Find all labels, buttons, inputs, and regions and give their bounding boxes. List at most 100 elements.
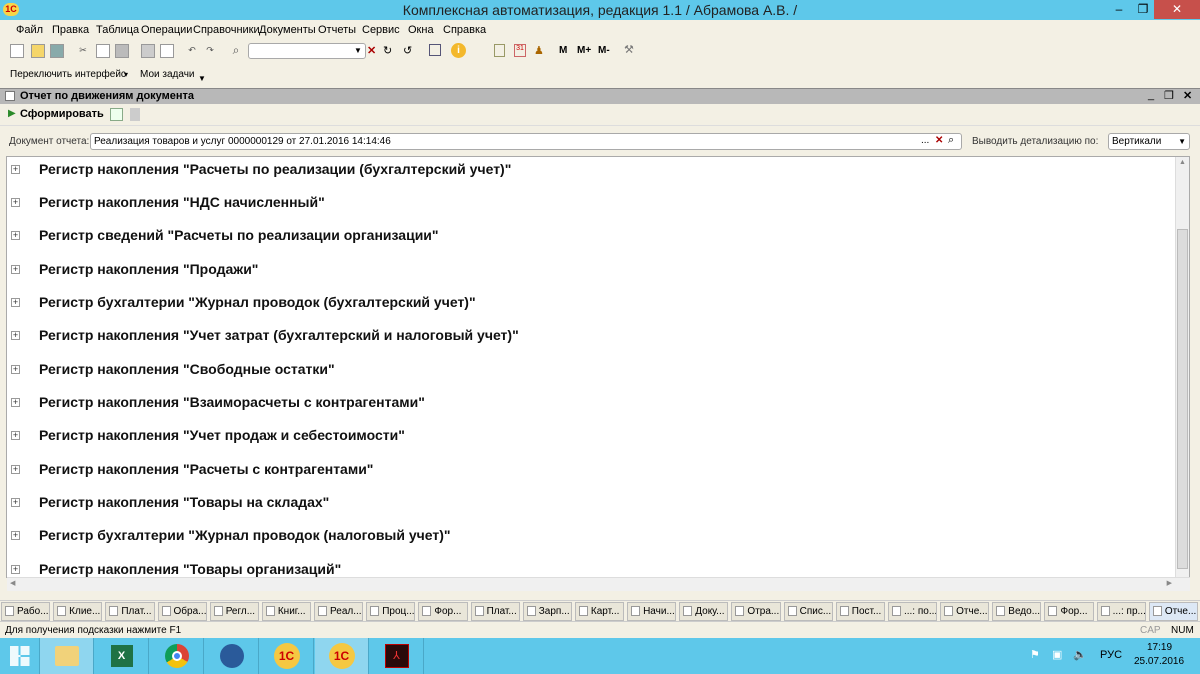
scroll-left-icon[interactable]: ◀ — [10, 579, 15, 587]
language-indicator[interactable]: РУС — [1100, 649, 1122, 661]
cut-icon[interactable]: ✂ — [76, 44, 90, 58]
expand-icon[interactable]: + — [11, 431, 20, 440]
register-row[interactable]: + Регистр накопления "Учет затрат (бухгал… — [7, 323, 1175, 356]
generate-button[interactable]: Сформировать — [20, 108, 104, 120]
window-tab[interactable]: Книг... — [261, 602, 312, 621]
chrome-icon[interactable] — [150, 638, 204, 674]
clock-time[interactable]: 17:19 — [1147, 642, 1172, 653]
clear-button[interactable]: ✕ — [935, 135, 943, 146]
memory-plus-button[interactable]: M+ — [577, 45, 591, 56]
window-tab[interactable]: Начи... — [627, 602, 677, 621]
scroll-up-icon[interactable]: ▲ — [1179, 159, 1186, 166]
network-icon[interactable]: ▣ — [1052, 648, 1062, 661]
thunderbird-icon[interactable] — [205, 638, 259, 674]
switch-interface-button[interactable]: Переключить интерфейс — [10, 69, 126, 80]
window-tab[interactable]: Рабо... — [1, 602, 51, 621]
register-row[interactable]: + Регистр накопления "Свободные остатки" — [7, 357, 1175, 390]
window-tab[interactable]: Зарп... — [522, 602, 572, 621]
save-settings-icon[interactable] — [130, 108, 140, 121]
vertical-scrollbar[interactable]: ▲ — [1175, 157, 1189, 577]
expand-icon[interactable]: + — [11, 165, 20, 174]
window-tab[interactable]: Фор... — [1044, 602, 1094, 621]
memory-button[interactable]: M — [559, 45, 567, 56]
register-row[interactable]: + Регистр накопления "Товары на складах" — [7, 490, 1175, 523]
find-next-icon[interactable]: ↻ — [383, 44, 392, 57]
window-tab[interactable]: Регл... — [209, 602, 259, 621]
copy-icon[interactable] — [96, 44, 110, 58]
register-row[interactable]: + Регистр накопления "Товары организаций" — [7, 557, 1175, 577]
file-explorer-icon[interactable] — [40, 638, 94, 674]
tools-icon[interactable]: ⚒ — [624, 43, 634, 56]
windows-icon[interactable] — [429, 44, 441, 56]
search-dropdown-icon[interactable]: ▼ — [354, 46, 362, 55]
clock-date[interactable]: 25.07.2016 — [1134, 656, 1184, 667]
register-row[interactable]: + Регистр накопления "НДС начисленный" — [7, 190, 1175, 223]
expand-icon[interactable]: + — [11, 198, 20, 207]
panel-restore-button[interactable]: ❐ — [1164, 89, 1174, 102]
open-icon[interactable] — [31, 44, 45, 58]
info-icon[interactable]: i — [451, 43, 466, 58]
select-button[interactable]: ... — [921, 135, 929, 146]
expand-icon[interactable]: + — [11, 265, 20, 274]
flag-icon[interactable]: ⚑ — [1030, 648, 1040, 661]
expand-icon[interactable]: + — [11, 498, 20, 507]
calculator-icon[interactable] — [494, 44, 505, 57]
expand-icon[interactable]: + — [11, 531, 20, 540]
find-prev-icon[interactable]: ↺ — [403, 44, 412, 57]
expand-icon[interactable]: + — [11, 465, 20, 474]
window-tab[interactable]: Спис... — [783, 602, 833, 621]
open-icon[interactable]: ⌕ — [948, 134, 954, 147]
windows-start-icon[interactable] — [0, 638, 40, 674]
panel-minimize-button[interactable]: _ — [1148, 89, 1154, 101]
expand-icon[interactable]: + — [11, 231, 20, 240]
expand-icon[interactable]: + — [11, 565, 20, 574]
register-row[interactable]: + Регистр накопления "Продажи" — [7, 257, 1175, 290]
menu-documents[interactable]: Документы — [259, 24, 316, 36]
register-row[interactable]: + Регистр накопления "Учет продаж и себес… — [7, 423, 1175, 456]
paste-icon[interactable] — [115, 44, 129, 58]
save-icon[interactable] — [50, 44, 64, 58]
acrobat-icon[interactable]: ⅄ — [370, 638, 424, 674]
window-tab[interactable]: ...: по... — [887, 602, 938, 621]
excel-icon[interactable]: X — [95, 638, 149, 674]
window-tab[interactable]: Карт... — [574, 602, 625, 621]
menu-reports[interactable]: Отчеты — [318, 24, 356, 36]
window-tab[interactable]: Обра... — [157, 602, 207, 621]
switch-interface-dropdown-icon[interactable]: ▾ — [124, 70, 128, 79]
window-tab[interactable]: Плат... — [470, 602, 520, 621]
scroll-thumb[interactable] — [1177, 229, 1188, 569]
window-tab[interactable]: Отче... — [940, 602, 990, 621]
users-icon[interactable]: ♟ — [534, 44, 544, 57]
scroll-right-icon[interactable]: ▶ — [1167, 579, 1172, 587]
register-row[interactable]: + Регистр сведений "Расчеты по реализации… — [7, 223, 1175, 256]
minimize-button[interactable]: ‒ — [1106, 0, 1132, 19]
window-tab[interactable]: Реал... — [314, 602, 364, 621]
new-icon[interactable] — [10, 44, 24, 58]
menu-help[interactable]: Справка — [443, 24, 486, 36]
register-row[interactable]: + Регистр бухгалтерии "Журнал проводок (б… — [7, 290, 1175, 323]
register-row[interactable]: + Регистр накопления "Расчеты с контраген… — [7, 457, 1175, 490]
expand-icon[interactable]: + — [11, 298, 20, 307]
chevron-down-icon[interactable]: ▼ — [1178, 135, 1186, 149]
panel-close-button[interactable]: ✕ — [1183, 89, 1192, 102]
register-row[interactable]: + Регистр накопления "Расчеты по реализац… — [7, 157, 1175, 190]
menu-catalogs[interactable]: Справочники — [193, 24, 260, 36]
window-tab[interactable]: ...: пр... — [1096, 602, 1146, 621]
search-input[interactable] — [248, 43, 366, 59]
window-tab[interactable]: Проц... — [366, 602, 416, 621]
my-tasks-button[interactable]: Мои задачи — [140, 69, 195, 80]
menu-windows[interactable]: Окна — [408, 24, 434, 36]
menu-file[interactable]: Файл — [16, 24, 43, 36]
preview-icon[interactable] — [160, 44, 174, 58]
1c-app-icon[interactable]: 1С — [260, 638, 314, 674]
print-icon[interactable] — [141, 44, 155, 58]
window-tab[interactable]: Плат... — [105, 602, 155, 621]
clear-search-icon[interactable]: ✕ — [367, 44, 376, 57]
expand-icon[interactable]: + — [11, 365, 20, 374]
window-tab[interactable]: Пост... — [835, 602, 885, 621]
horizontal-scrollbar[interactable]: ◀ ▶ — [7, 577, 1190, 591]
register-row[interactable]: + Регистр бухгалтерии "Журнал проводок (н… — [7, 523, 1175, 556]
window-tab[interactable]: Доку... — [679, 602, 729, 621]
calendar-icon[interactable]: 31 — [514, 44, 526, 57]
undo-icon[interactable]: ↶ — [185, 44, 199, 58]
